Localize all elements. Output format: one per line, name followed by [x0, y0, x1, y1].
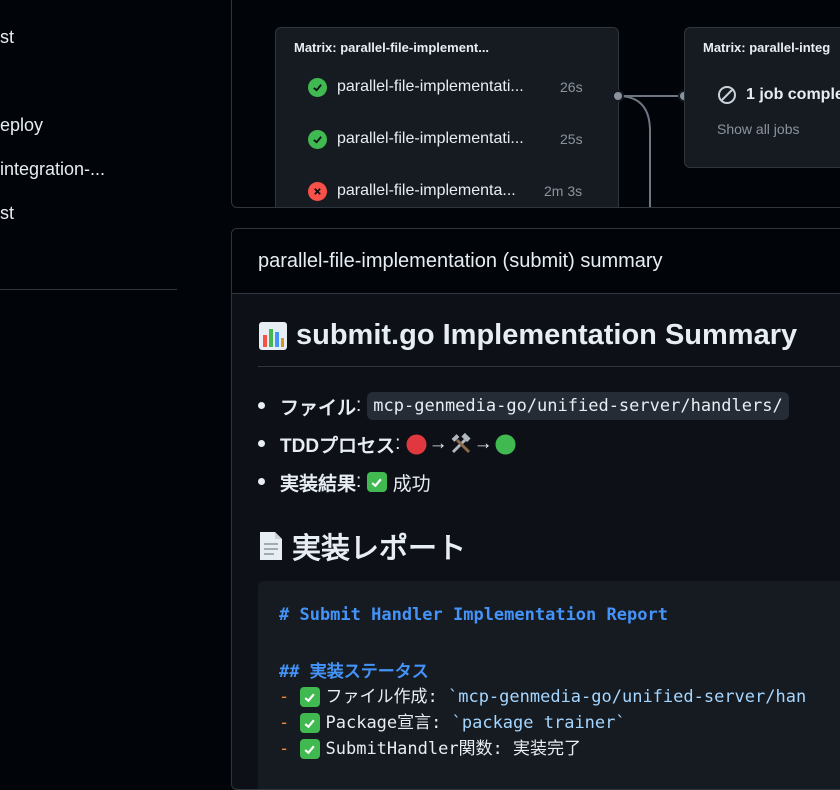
summary-bullets: ファイル: mcp-genmedia-go/unified-server/han…	[258, 387, 789, 501]
list-dash: -	[279, 739, 290, 759]
summary-title-text: submit.go Implementation Summary	[296, 319, 798, 351]
check-mark-icon	[299, 713, 320, 733]
connector-dot	[612, 90, 624, 102]
summary-header: parallel-file-implementation (submit) su…	[232, 229, 840, 294]
sidebar: st eploy integration-... st	[0, 0, 178, 770]
matrix-title: Matrix: parallel-integ	[703, 40, 831, 55]
skipped-icon	[718, 86, 736, 104]
sidebar-divider	[0, 289, 177, 290]
check-circle-icon	[308, 77, 327, 97]
code-line: - SubmitHandler関数: 実装完了	[279, 734, 581, 759]
bullet-label: ファイル	[280, 397, 357, 419]
list-item: 実装結果: 成功	[258, 463, 789, 501]
job-row[interactable]: parallel-file-implementa... 2m 3s	[308, 179, 582, 203]
job-row[interactable]: parallel-file-implementati... 25s	[308, 127, 583, 151]
code-line: - Package宣言: `package trainer`	[279, 708, 626, 733]
list-dash: -	[279, 687, 290, 707]
list-dash: -	[279, 713, 290, 733]
section-title-text: 実装レポート	[292, 533, 467, 565]
matrix-card-implementation[interactable]: Matrix: parallel-file-implement... paral…	[275, 27, 619, 207]
code-line: - ファイル作成: `mcp-genmedia-go/unified-serve…	[279, 682, 806, 707]
show-all-jobs-link[interactable]: Show all jobs	[717, 121, 800, 137]
code-label: ファイル作成:	[325, 687, 448, 707]
matrix-card-integration[interactable]: Matrix: parallel-integ 1 job comple Show…	[684, 27, 840, 168]
job-name: parallel-file-implementati...	[337, 78, 524, 95]
file-path-code: mcp-genmedia-go/unified-server/handlers/	[367, 392, 789, 420]
section-title: 実装レポート	[258, 525, 466, 567]
list-item: ファイル: mcp-genmedia-go/unified-server/han…	[258, 387, 789, 425]
check-mark-icon	[299, 739, 320, 759]
check-mark-icon	[299, 687, 320, 707]
check-circle-icon	[308, 129, 327, 149]
sidebar-item-deploy[interactable]: eploy	[0, 115, 43, 136]
code-line: ## 実装ステータス	[279, 662, 429, 682]
sidebar-item-test[interactable]: st	[0, 27, 14, 48]
red-circle-icon	[406, 434, 427, 455]
job-row[interactable]: parallel-file-implementati... 26s	[308, 75, 583, 99]
job-count-row: 1 job comple	[717, 85, 840, 105]
summary-title: submit.go Implementation Summary	[258, 319, 797, 352]
list-item: TDDプロセス: → →	[258, 425, 789, 463]
code-string: `package trainer`	[451, 713, 626, 733]
job-count-label: 1 job comple	[746, 86, 840, 103]
bar-chart-icon	[259, 321, 287, 350]
heading-rule	[258, 366, 840, 367]
result-value: 成功	[392, 473, 431, 495]
job-name: parallel-file-implementa...	[337, 182, 516, 199]
bullet-label: 実装結果	[280, 473, 357, 495]
code-label: Package宣言:	[325, 713, 452, 733]
matrix-title: Matrix: parallel-file-implement...	[294, 40, 490, 55]
job-summary-panel: parallel-file-implementation (submit) su…	[231, 228, 840, 790]
bullet-label: TDDプロセス	[280, 435, 396, 457]
sidebar-item-test-2[interactable]: st	[0, 203, 14, 224]
x-circle-icon	[308, 181, 327, 201]
code-line: # Submit Handler Implementation Report	[279, 605, 668, 625]
code-label: SubmitHandler関数: 実装完了	[325, 739, 582, 759]
workflow-graph: Matrix: parallel-file-implement... paral…	[231, 0, 840, 208]
green-circle-icon	[495, 434, 516, 455]
document-icon	[260, 532, 282, 560]
tools-icon	[450, 433, 472, 455]
check-mark-icon	[366, 472, 387, 492]
code-string: `mcp-genmedia-go/unified-server/han	[447, 687, 807, 707]
sidebar-item-integration[interactable]: integration-...	[0, 159, 105, 180]
report-code-block: # Submit Handler Implementation Report #…	[258, 581, 840, 789]
job-name: parallel-file-implementati...	[337, 130, 524, 147]
job-duration: 26s	[560, 79, 583, 95]
job-duration: 2m 3s	[544, 183, 583, 199]
job-duration: 25s	[560, 131, 583, 147]
